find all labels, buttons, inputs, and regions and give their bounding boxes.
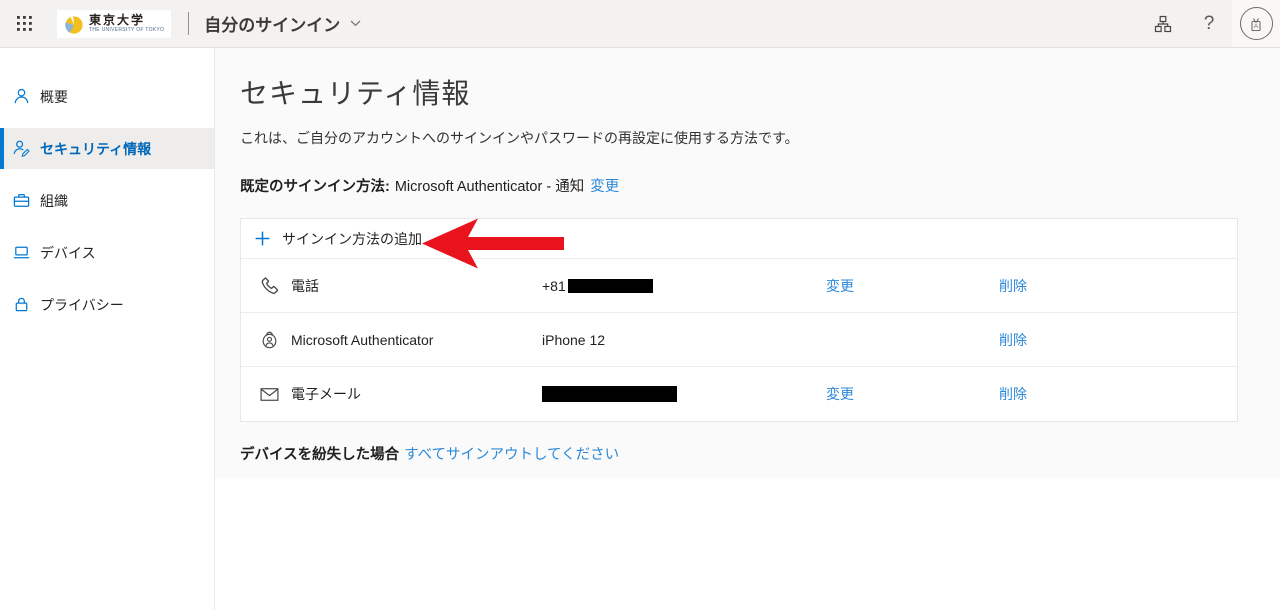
sign-out-all-link[interactable]: すべてサインアウトしてください <box>404 447 619 463</box>
app-launcher-button[interactable] <box>0 0 48 47</box>
table-row-email: 電子メール 変更 削除 <box>241 367 1237 421</box>
app-title-label: 自分のサインイン <box>204 11 340 36</box>
id-badge-icon: A <box>1247 15 1265 33</box>
org-chart-icon <box>1153 14 1173 34</box>
delete-link[interactable]: 削除 <box>999 276 1237 296</box>
sidebar-item-security-info[interactable]: セキュリティ情報 <box>0 128 214 169</box>
avatar: A <box>1240 7 1273 40</box>
add-signin-method-label: サインイン方法の追加 <box>282 229 422 249</box>
laptop-icon <box>12 243 31 262</box>
method-detail: iPhone 12 <box>542 332 826 348</box>
university-logo[interactable]: 東京大学 THE UNIVERSITY OF TOKYO <box>57 10 171 38</box>
default-signin-line: 既定のサインイン方法: Microsoft Authenticator - 通知変… <box>240 175 1280 196</box>
add-signin-method-button[interactable]: サインイン方法の追加 <box>241 219 1237 259</box>
lost-device-label: デバイスを紛失した場合 <box>240 447 399 463</box>
delete-link[interactable]: 削除 <box>999 384 1237 404</box>
logo-name-en: THE UNIVERSITY OF TOKYO <box>89 28 164 33</box>
chevron-down-icon <box>350 20 361 27</box>
app-title-button[interactable]: 自分のサインイン <box>204 11 361 36</box>
method-name: 電子メール <box>291 384 542 404</box>
phone-icon <box>259 275 280 296</box>
change-link[interactable]: 変更 <box>826 276 999 296</box>
ginkgo-leaf-icon <box>64 14 84 34</box>
lock-icon <box>12 295 31 314</box>
email-icon <box>259 384 280 405</box>
help-icon: ? <box>1204 13 1215 35</box>
sidebar-item-label: セキュリティ情報 <box>40 139 151 159</box>
main-area: セキュリティ情報 これは、ご自分のアカウントへのサインインやパスワードの再設定に… <box>215 48 1280 610</box>
plus-icon <box>254 230 271 247</box>
page-title: セキュリティ情報 <box>240 48 1280 112</box>
table-row-phone: 電話 +81 変更 削除 <box>241 259 1237 313</box>
logo-text: 東京大学 THE UNIVERSITY OF TOKYO <box>89 14 164 33</box>
sidebar-item-overview[interactable]: 概要 <box>0 76 214 117</box>
default-signin-change-link[interactable]: 変更 <box>590 179 619 195</box>
svg-text:A: A <box>1254 23 1259 30</box>
default-signin-label: 既定のサインイン方法: <box>240 179 390 195</box>
redacted-email <box>542 386 677 402</box>
method-name: 電話 <box>291 276 542 296</box>
table-row-authenticator: Microsoft Authenticator iPhone 12 削除 <box>241 313 1237 367</box>
default-signin-value: Microsoft Authenticator - 通知 <box>395 179 584 195</box>
change-link[interactable]: 変更 <box>826 384 999 404</box>
person-icon <box>12 87 31 106</box>
person-edit-icon <box>12 139 31 158</box>
page-body: 概要 セキュリティ情報 組織 <box>0 48 1280 610</box>
security-info-section: セキュリティ情報 これは、ご自分のアカウントへのサインインやパスワードの再設定に… <box>215 48 1280 478</box>
sidebar-item-label: 組織 <box>40 191 68 211</box>
sidebar-item-organization[interactable]: 組織 <box>0 180 214 221</box>
waffle-icon <box>17 16 32 31</box>
sidebar-item-devices[interactable]: デバイス <box>0 232 214 273</box>
account-button[interactable]: A <box>1232 0 1280 47</box>
delete-link[interactable]: 削除 <box>999 330 1237 350</box>
organization-button[interactable] <box>1140 0 1186 47</box>
lost-device-line: デバイスを紛失した場合すべてサインアウトしてください <box>240 443 1280 464</box>
sidebar-item-privacy[interactable]: プライバシー <box>0 284 214 325</box>
method-detail: +81 <box>542 278 826 294</box>
logo-name-jp: 東京大学 <box>89 14 164 26</box>
help-button[interactable]: ? <box>1186 0 1232 47</box>
authenticator-icon <box>259 329 280 350</box>
sidebar-item-label: プライバシー <box>40 295 124 315</box>
method-name: Microsoft Authenticator <box>291 332 542 348</box>
method-detail <box>542 386 826 402</box>
phone-prefix: +81 <box>542 278 566 294</box>
top-bar: 東京大学 THE UNIVERSITY OF TOKYO 自分のサインイン ? <box>0 0 1280 48</box>
redacted-phone-number <box>568 279 653 293</box>
sidebar: 概要 セキュリティ情報 組織 <box>0 48 215 610</box>
briefcase-icon <box>12 191 31 210</box>
sidebar-item-label: 概要 <box>40 87 68 107</box>
page-description: これは、ご自分のアカウントへのサインインやパスワードの再設定に使用する方法です。 <box>240 128 1280 148</box>
signin-methods-table: サインイン方法の追加 電話 +81 変更 削除 <box>240 218 1238 422</box>
sidebar-item-label: デバイス <box>40 243 96 263</box>
topbar-divider <box>188 12 189 35</box>
